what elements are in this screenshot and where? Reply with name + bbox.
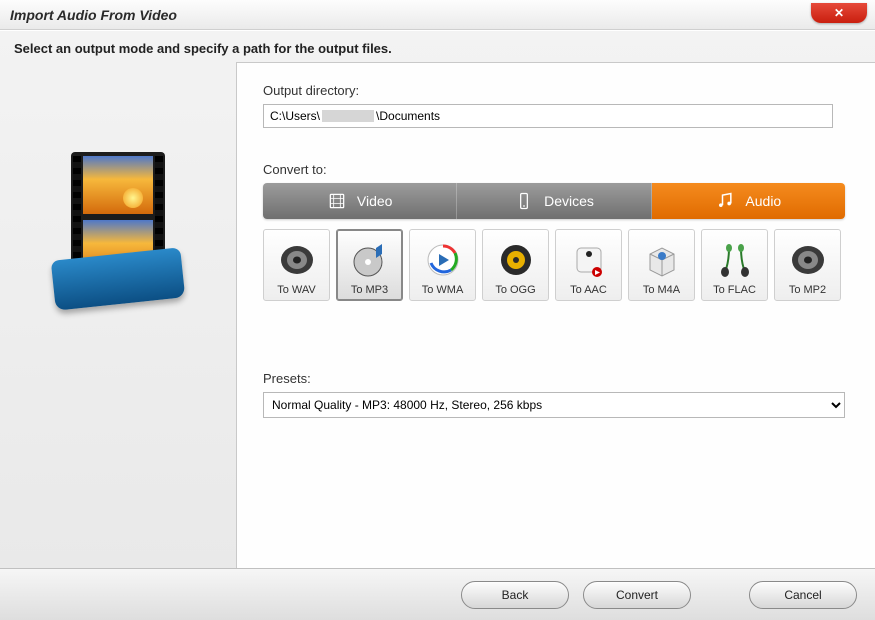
convert-to-label: Convert to: <box>263 162 849 177</box>
m4a-box-icon <box>640 240 684 280</box>
path-redacted-segment <box>322 110 374 122</box>
video-icon <box>327 191 347 211</box>
speaker-icon <box>786 240 830 280</box>
convert-button[interactable]: Convert <box>583 581 691 609</box>
convert-tabs: Video Devices Audio <box>263 183 845 219</box>
path-prefix: C:\Users\ <box>270 109 320 123</box>
sidebar <box>0 62 236 568</box>
aac-box-icon <box>567 240 611 280</box>
close-icon: ✕ <box>834 6 844 20</box>
format-flac[interactable]: To FLAC <box>701 229 768 301</box>
titlebar: Import Audio From Video ✕ <box>0 0 875 30</box>
presets-label: Presets: <box>263 371 849 386</box>
film-reel-icon <box>53 152 183 312</box>
instruction-text: Select an output mode and specify a path… <box>0 31 875 62</box>
format-label: To AAC <box>570 284 607 296</box>
format-label: To OGG <box>495 284 535 296</box>
dialog-window: Import Audio From Video ✕ Select an outp… <box>0 0 875 620</box>
path-suffix: \Documents <box>376 109 440 123</box>
format-label: To WAV <box>277 284 316 296</box>
output-directory-label: Output directory: <box>263 83 849 98</box>
device-icon <box>514 191 534 211</box>
content-area: Select an output mode and specify a path… <box>0 30 875 620</box>
format-list: To WAV To MP3 To WMA <box>263 229 849 301</box>
speaker-icon <box>275 240 319 280</box>
close-button[interactable]: ✕ <box>811 3 867 23</box>
window-title: Import Audio From Video <box>10 7 177 23</box>
format-m4a[interactable]: To M4A <box>628 229 695 301</box>
format-ogg[interactable]: To OGG <box>482 229 549 301</box>
format-label: To MP2 <box>789 284 826 296</box>
tab-label: Audio <box>745 193 781 209</box>
tab-audio[interactable]: Audio <box>652 183 845 219</box>
format-aac[interactable]: To AAC <box>555 229 622 301</box>
output-directory-input[interactable]: C:\Users\ \Documents <box>263 104 833 128</box>
tab-video[interactable]: Video <box>263 183 457 219</box>
format-label: To WMA <box>422 284 464 296</box>
tab-label: Devices <box>544 193 594 209</box>
presets-select[interactable]: Normal Quality - MP3: 48000 Hz, Stereo, … <box>263 392 845 418</box>
footer: Back Convert Cancel <box>0 568 875 620</box>
format-label: To MP3 <box>351 284 388 296</box>
tab-devices[interactable]: Devices <box>457 183 651 219</box>
tab-label: Video <box>357 193 393 209</box>
main-panel: Output directory: C:\Users\ \Documents C… <box>236 62 875 568</box>
format-mp3[interactable]: To MP3 <box>336 229 403 301</box>
format-wma[interactable]: To WMA <box>409 229 476 301</box>
format-label: To FLAC <box>713 284 756 296</box>
body-row: Output directory: C:\Users\ \Documents C… <box>0 62 875 568</box>
format-wav[interactable]: To WAV <box>263 229 330 301</box>
cancel-button[interactable]: Cancel <box>749 581 857 609</box>
flac-buds-icon <box>713 240 757 280</box>
format-mp2[interactable]: To MP2 <box>774 229 841 301</box>
back-button[interactable]: Back <box>461 581 569 609</box>
play-circle-icon <box>421 240 465 280</box>
format-label: To M4A <box>643 284 680 296</box>
disc-icon <box>348 240 392 280</box>
ogg-cone-icon <box>494 240 538 280</box>
music-icon <box>715 191 735 211</box>
